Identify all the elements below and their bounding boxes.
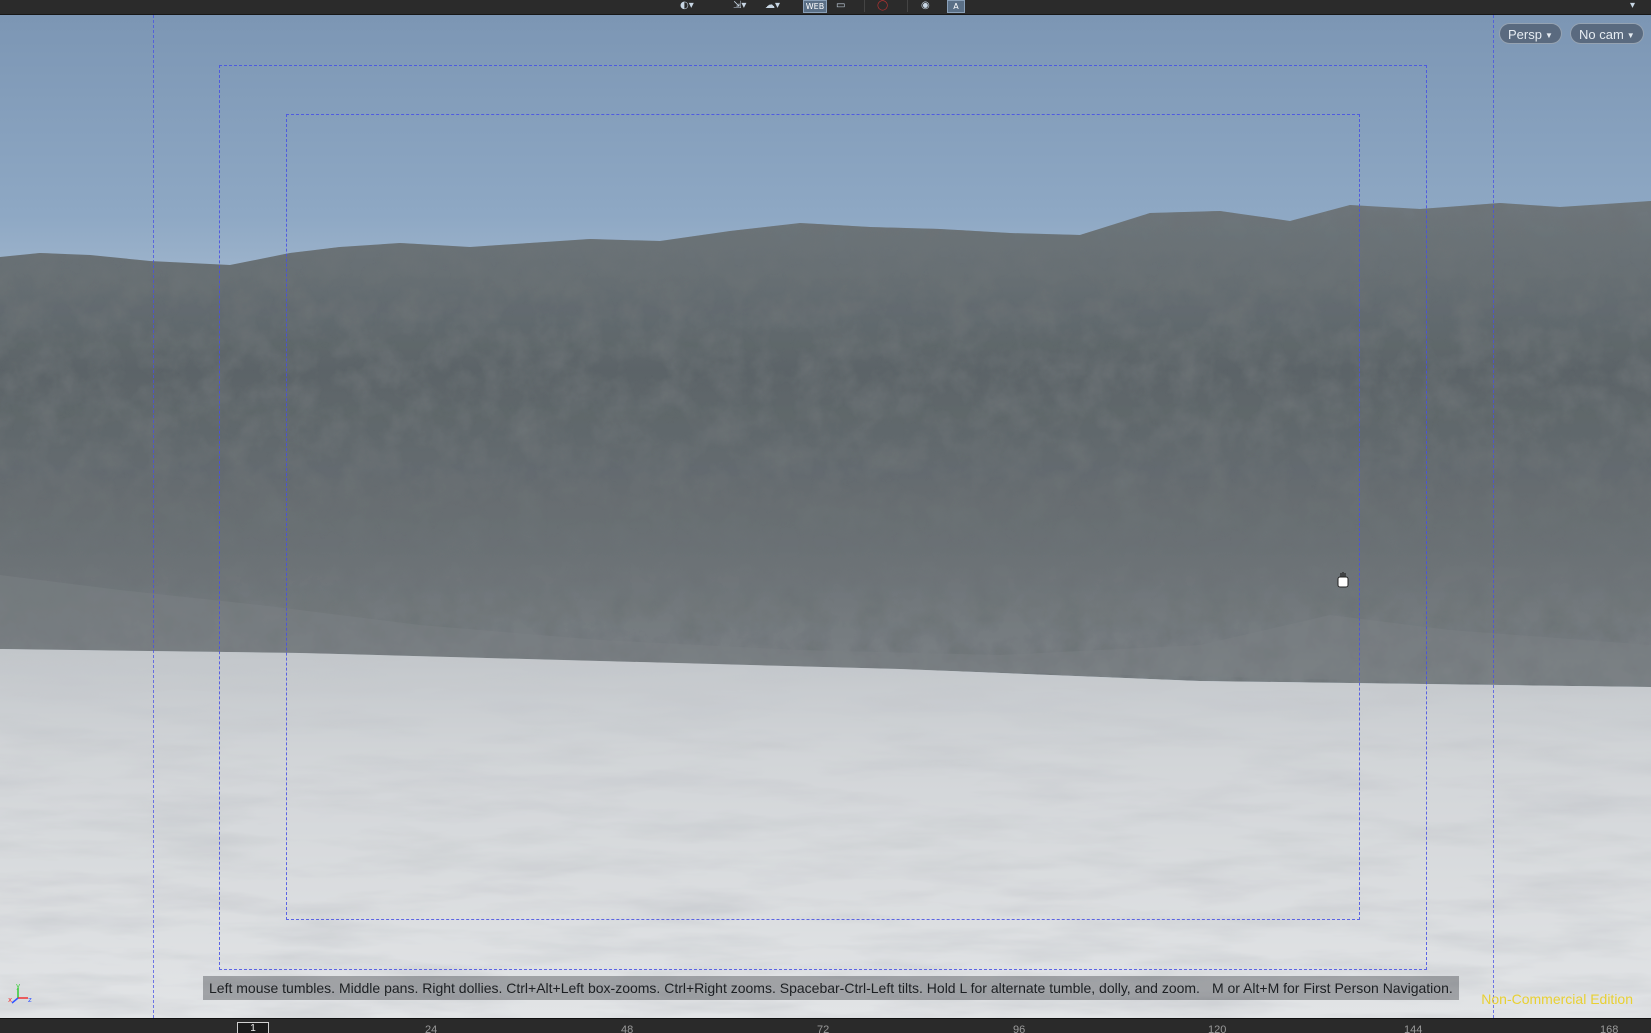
snapshot-icon[interactable]: ▭ xyxy=(836,0,845,11)
axis-y-label: y xyxy=(16,982,20,990)
edition-label: Non-Commercial Edition xyxy=(1481,991,1633,1007)
safe-frame-left-guide xyxy=(153,15,154,1018)
tumble-cursor-icon xyxy=(1337,572,1349,588)
timeline-tick: 144 xyxy=(1404,1024,1423,1033)
viewport-toolbar: ◐▾ ⇲▾ ☁▾ WEB ▭ ◯ ◉ A ▾ xyxy=(0,0,1651,15)
render-tool-icon[interactable]: ☁▾ xyxy=(765,0,780,11)
houdini-window: ◐▾ ⇲▾ ☁▾ WEB ▭ ◯ ◉ A ▾ Persp ▼ No cam ▼ … xyxy=(0,0,1651,1033)
terrain-render xyxy=(0,201,1651,1018)
handle-tool-icon[interactable]: ⇲▾ xyxy=(733,0,746,11)
pane-menu-icon[interactable]: ▾ xyxy=(1630,0,1635,11)
safe-frame-right-guide xyxy=(1493,15,1494,1018)
axis-z-label: z xyxy=(28,996,32,1004)
timeline-tick: 48 xyxy=(621,1024,634,1033)
timeline-tick: 120 xyxy=(1208,1024,1227,1033)
viewport-display-icon[interactable]: WEB xyxy=(803,0,827,13)
camera-menu-button[interactable]: No cam ▼ xyxy=(1570,23,1644,44)
timeline-bar[interactable]: 1 24 48 72 96 120 144 168 xyxy=(0,1018,1651,1033)
camera-label: No cam xyxy=(1579,27,1624,42)
sync-icon[interactable]: ◉ xyxy=(921,0,930,11)
timeline-tick: 24 xyxy=(425,1024,438,1033)
axis-x-label: x xyxy=(8,996,12,1004)
text-overlay-icon[interactable]: A xyxy=(947,0,965,13)
toolbar-divider xyxy=(907,0,908,12)
axis-gizmo-icon: y z x xyxy=(8,982,32,1004)
viewport-help-text: Left mouse tumbles. Middle pans. Right d… xyxy=(203,976,1459,1000)
first-person-help-text: M or Alt+M for First Person Navigation. xyxy=(1211,980,1453,996)
scene-viewport[interactable]: Persp ▼ No cam ▼ xyxy=(0,15,1651,1018)
navigation-help-text: Left mouse tumbles. Middle pans. Right d… xyxy=(209,980,1200,996)
timeline-tick: 96 xyxy=(1013,1024,1026,1033)
record-icon[interactable]: ◯ xyxy=(877,0,888,11)
chevron-down-icon: ▼ xyxy=(1626,31,1635,40)
persp-label: Persp xyxy=(1508,27,1542,42)
current-frame-marker[interactable]: 1 xyxy=(237,1022,269,1033)
timeline-tick: 72 xyxy=(817,1024,830,1033)
orbit-tool-icon[interactable]: ◐▾ xyxy=(680,0,694,11)
chevron-down-icon: ▼ xyxy=(1544,31,1553,40)
timeline-tick: 168 xyxy=(1600,1024,1619,1033)
persp-menu-button[interactable]: Persp ▼ xyxy=(1499,23,1562,44)
toolbar-divider xyxy=(864,0,865,12)
